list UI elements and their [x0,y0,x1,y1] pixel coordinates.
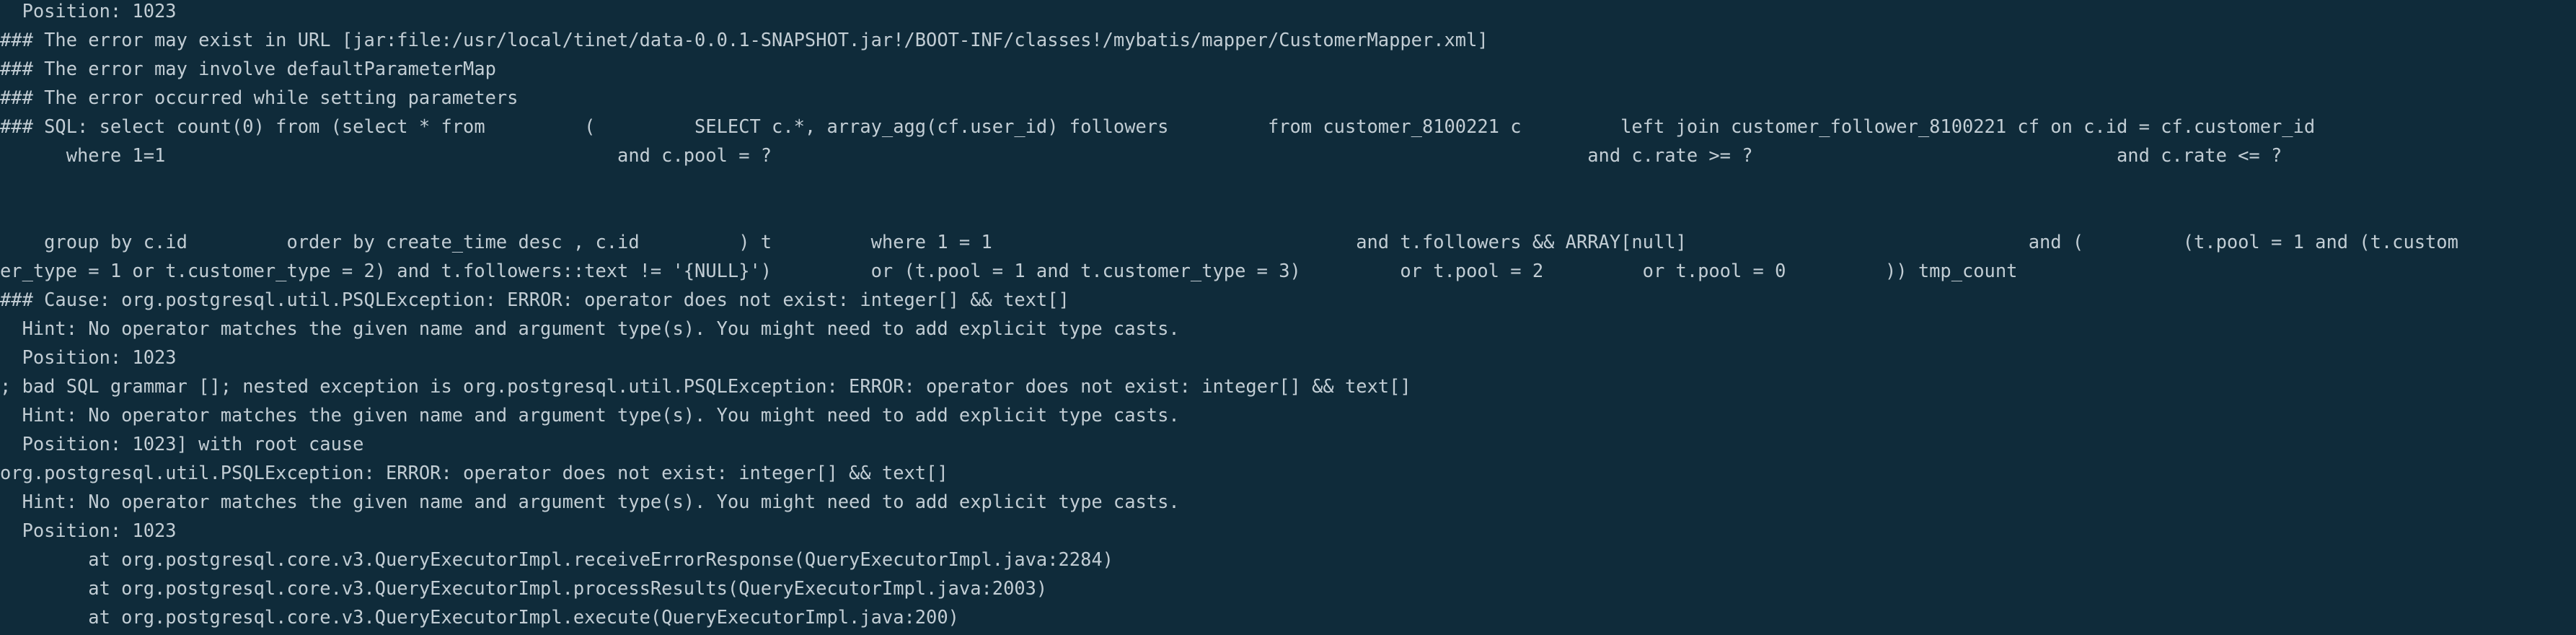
log-line: Position: 1023] with root cause [0,433,364,455]
log-line: Position: 1023 [0,346,177,368]
sql-line: group by c.id order by create_time desc … [0,231,2458,253]
log-line: ### The error may exist in URL [jar:file… [0,29,1488,51]
log-line: ### Cause: org.postgresql.util.PSQLExcep… [0,289,1069,310]
log-line: Hint: No operator matches the given name… [0,318,1180,339]
log-line: Hint: No operator matches the given name… [0,404,1180,426]
sql-line: er_type = 1 or t.customer_type = 2) and … [0,260,2018,281]
log-line: org.postgresql.util.PSQLException: ERROR… [0,462,948,483]
log-line: Position: 1023 [0,520,177,541]
log-line: Position: 1023 [0,0,177,22]
log-line: ### The error occurred while setting par… [0,87,519,108]
sql-line: ### SQL: select count(0) from (select * … [0,115,2316,137]
stack-trace-line: at org.postgresql.core.v3.QueryExecutorI… [0,548,1113,570]
stack-trace-line: at org.postgresql.core.v3.QueryExecutorI… [0,606,959,628]
terminal-output[interactable]: Position: 1023 ### The error may exist i… [0,0,2576,635]
log-line: ; bad SQL grammar []; nested exception i… [0,375,1411,397]
stack-trace-line: at org.postgresql.core.v3.QueryExecutorI… [0,577,1048,599]
log-line: Hint: No operator matches the given name… [0,491,1180,512]
log-line: ### The error may involve defaultParamet… [0,58,496,79]
sql-line: where 1=1 and c.pool = ? and c.rate >= ?… [0,144,2282,166]
